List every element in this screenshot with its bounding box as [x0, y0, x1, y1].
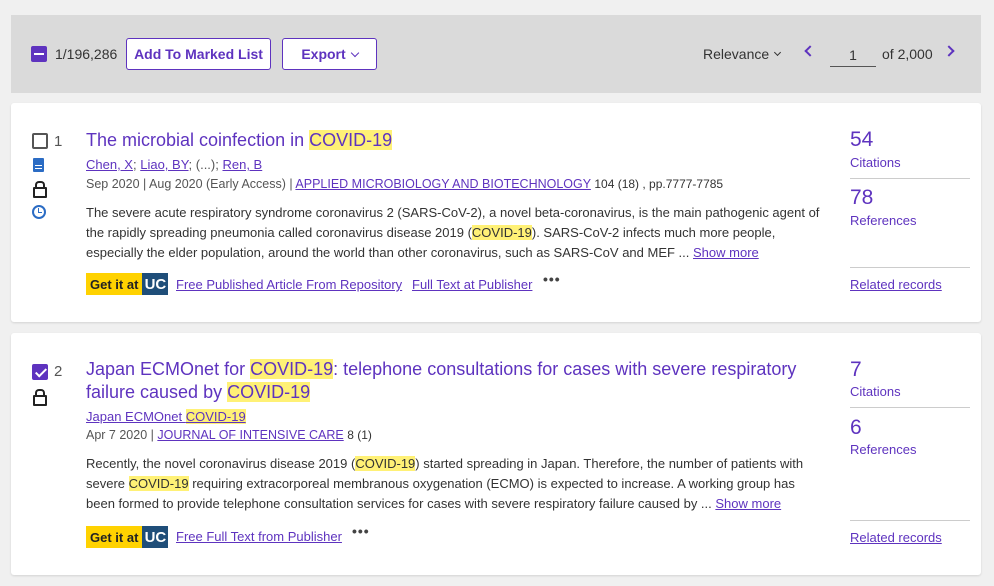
citations-label: Citations	[850, 384, 901, 399]
abstract-highlight: COVID-19	[128, 476, 189, 491]
page-total: of 2,000	[882, 46, 933, 62]
abstract-highlight: COVID-19	[355, 456, 416, 471]
lock-icon	[33, 181, 47, 198]
add-to-marked-list-label: Add To Marked List	[134, 46, 263, 62]
export-button[interactable]: Export	[282, 38, 377, 70]
author-list: Japan ECMOnet COVID-19	[86, 409, 246, 424]
related-records-link[interactable]: Related records	[850, 530, 942, 545]
previous-page-icon[interactable]	[804, 45, 816, 57]
uc-logo: UC	[142, 273, 169, 295]
title-highlight: COVID-19	[250, 359, 334, 379]
free-article-link[interactable]: Free Published Article From Repository	[176, 277, 402, 292]
divider	[850, 520, 970, 521]
abstract: Recently, the novel coronavirus disease …	[86, 454, 826, 514]
title-text: Japan ECMOnet for	[86, 359, 251, 379]
source-link[interactable]: APPLIED MICROBIOLOGY AND BIOTECHNOLOGY	[295, 177, 590, 191]
result-checkbox[interactable]	[32, 133, 48, 149]
group-author-highlight: COVID-19	[185, 409, 246, 424]
title-highlight: COVID-19	[309, 130, 393, 150]
author-link[interactable]: Liao, BY	[140, 157, 188, 172]
volume-info: 8 (1)	[347, 428, 372, 442]
clock-icon	[32, 205, 46, 219]
abstract-text: requiring extracorporeal membranous oxyg…	[86, 476, 795, 511]
group-author-text: Japan ECMOnet	[86, 409, 186, 424]
get-it-label: Get it at	[86, 273, 143, 295]
citations-count[interactable]: 7	[850, 358, 862, 382]
chevron-down-icon	[774, 48, 782, 57]
selected-count: 1/196,286	[55, 46, 118, 62]
references-label: References	[850, 442, 917, 457]
result-title[interactable]: Japan ECMOnet for COVID-19: telephone co…	[86, 358, 816, 404]
more-options-icon[interactable]: •••	[352, 523, 370, 539]
abstract-text: Recently, the novel coronavirus disease …	[86, 456, 356, 471]
abstract: The severe acute respiratory syndrome co…	[86, 203, 826, 263]
related-records-link[interactable]: Related records	[850, 277, 942, 292]
result-number: 1	[54, 133, 63, 150]
uc-logo: UC	[142, 526, 169, 548]
volume-info: 104 (18) , pp.7777-7785	[594, 177, 724, 191]
free-full-text-link[interactable]: Free Full Text from Publisher	[176, 529, 342, 544]
author-list: Chen, XChen, X; Liao, BY; (...); Ren, B	[86, 157, 263, 172]
chevron-down-icon	[350, 48, 359, 57]
abstract-highlight: COVID-19	[471, 225, 532, 240]
sort-dropdown[interactable]: Relevance	[703, 46, 782, 62]
result-number: 2	[54, 363, 63, 380]
authors-ellipsis: ; (...);	[188, 157, 223, 172]
divider	[850, 407, 970, 408]
result-title[interactable]: The microbial coinfection in COVID-19	[86, 129, 816, 152]
show-more-link[interactable]: Show more	[693, 245, 759, 260]
select-all-checkbox[interactable]	[31, 46, 47, 62]
references-count[interactable]: 78	[850, 186, 873, 210]
citations-label: Citations	[850, 155, 901, 170]
references-label: References	[850, 213, 917, 228]
get-it-label: Get it at	[86, 526, 143, 548]
more-options-icon[interactable]: •••	[543, 271, 561, 287]
author-link[interactable]: Ren, B	[222, 157, 262, 172]
results-toolbar: 1/196,286 Add To Marked List Export Rele…	[11, 15, 981, 93]
divider	[850, 267, 970, 268]
pub-date: Sep 2020 | Aug 2020 (Early Access) |	[86, 177, 296, 191]
document-icon	[33, 158, 44, 172]
full-text-link[interactable]: Full Text at Publisher	[412, 277, 532, 292]
group-author-link[interactable]: Japan ECMOnet COVID-19	[86, 409, 246, 424]
references-count[interactable]: 6	[850, 416, 862, 440]
sort-label: Relevance	[703, 46, 770, 62]
result-checkbox[interactable]	[32, 364, 48, 380]
author-link[interactable]: Chen, X	[86, 157, 133, 172]
publication-meta: Apr 7 2020 | JOURNAL OF INTENSIVE CARE 8…	[86, 428, 372, 442]
title-highlight: COVID-19	[227, 382, 311, 402]
export-label: Export	[301, 46, 346, 62]
next-page-icon[interactable]	[943, 45, 955, 57]
add-to-marked-list-button[interactable]: Add To Marked List	[126, 38, 271, 70]
citations-count[interactable]: 54	[850, 128, 873, 152]
show-more-link[interactable]: Show more	[715, 496, 781, 511]
title-text: The microbial coinfection in	[86, 130, 310, 150]
get-it-at-uc-button[interactable]: Get it at UC	[86, 273, 169, 295]
get-it-at-uc-button[interactable]: Get it at UC	[86, 526, 169, 548]
result-card: 2 Japan ECMOnet for COVID-19: telephone …	[11, 333, 981, 575]
lock-icon	[33, 389, 47, 406]
pub-date: Apr 7 2020 |	[86, 428, 158, 442]
divider	[850, 178, 970, 179]
publication-meta: Sep 2020 | Aug 2020 (Early Access) | APP…	[86, 177, 723, 191]
result-card: 1 The microbial coinfection in COVID-19 …	[11, 103, 981, 322]
source-link[interactable]: JOURNAL OF INTENSIVE CARE	[157, 428, 343, 442]
page-number-input[interactable]	[830, 43, 876, 67]
